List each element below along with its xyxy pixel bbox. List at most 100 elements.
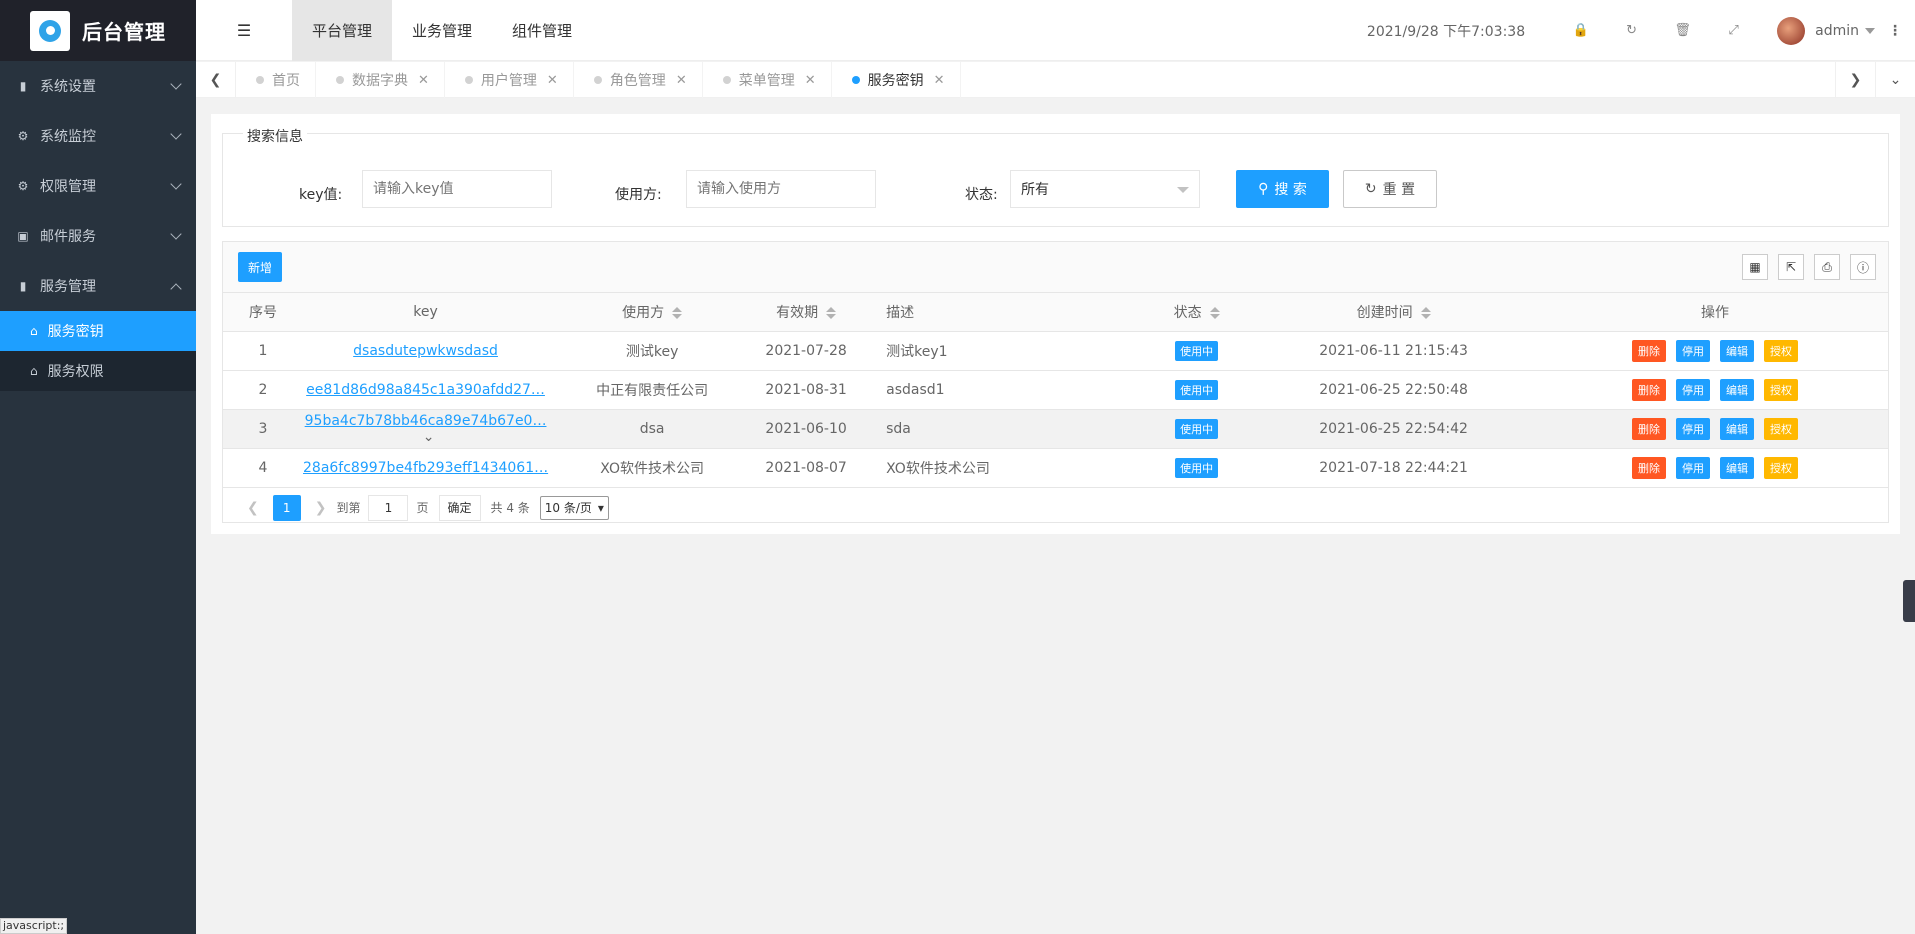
column-header: 描述 bbox=[856, 293, 1149, 332]
edit-button[interactable]: 编辑 bbox=[1720, 456, 1755, 479]
columns-icon[interactable]: ▦ bbox=[1742, 254, 1768, 280]
avatar[interactable] bbox=[1777, 16, 1806, 45]
key-link[interactable]: ee81d86d98a845c1a390afdd27… bbox=[306, 382, 545, 398]
key-link[interactable]: 95ba4c7b78bb46ca89e74b67e0… bbox=[305, 413, 547, 429]
cell-desc: XO软件技术公司 bbox=[856, 448, 1149, 488]
refresh-icon[interactable]: ↻ bbox=[1606, 23, 1657, 38]
sidebar-item-system-settings[interactable]: ▮ 系统设置 bbox=[0, 61, 196, 111]
print-icon[interactable]: ⎙ bbox=[1814, 254, 1840, 280]
chevron-down-icon bbox=[170, 78, 182, 90]
goto-confirm-button[interactable]: 确定 bbox=[438, 494, 481, 521]
tab-service-keys[interactable]: 服务密钥 ✕ bbox=[832, 62, 961, 98]
status-select[interactable]: 所有 bbox=[1010, 170, 1200, 208]
page-current[interactable]: 1 bbox=[272, 494, 301, 521]
search-button-label: 搜 索 bbox=[1274, 182, 1307, 198]
top-tab-components[interactable]: 组件管理 bbox=[492, 0, 592, 61]
top-tab-business[interactable]: 业务管理 bbox=[392, 0, 492, 61]
top-tab-platform[interactable]: 平台管理 bbox=[292, 0, 393, 61]
tab-home[interactable]: 首页 bbox=[236, 62, 316, 98]
close-icon[interactable]: ✕ bbox=[934, 73, 945, 88]
prev-page-icon[interactable]: ❮ bbox=[247, 500, 259, 516]
fullscreen-icon[interactable]: ⤢ bbox=[1708, 23, 1759, 38]
cell-user: 中正有限责任公司 bbox=[548, 370, 757, 410]
side-drawer-handle[interactable] bbox=[1903, 580, 1915, 622]
more-vertical-icon[interactable]: ⋮ bbox=[1875, 23, 1915, 39]
edit-button[interactable]: 编辑 bbox=[1720, 378, 1755, 401]
menu-toggle-icon[interactable]: ☰ bbox=[196, 0, 292, 61]
sidebar-item-mail-service[interactable]: ▣ 邮件服务 bbox=[0, 211, 196, 261]
reset-button[interactable]: ↻ 重 置 bbox=[1343, 170, 1437, 208]
disable-button[interactable]: 停用 bbox=[1676, 378, 1711, 401]
search-button[interactable]: ⚲ 搜 索 bbox=[1236, 170, 1329, 208]
key-link[interactable]: dsasdutepwkwsdasd bbox=[353, 343, 498, 359]
edit-button[interactable]: 编辑 bbox=[1720, 417, 1755, 440]
sidebar-item-label: 系统设置 bbox=[40, 79, 96, 95]
authorize-button[interactable]: 授权 bbox=[1764, 339, 1799, 362]
trash-icon[interactable]: 🗑 bbox=[1657, 23, 1708, 38]
caret-down-icon bbox=[1177, 187, 1189, 193]
tabs-dropdown-icon[interactable]: ⌄ bbox=[1875, 62, 1915, 98]
disable-button[interactable]: 停用 bbox=[1676, 456, 1711, 479]
export-icon[interactable]: ⇱ bbox=[1778, 254, 1804, 280]
next-page-icon[interactable]: ❯ bbox=[315, 500, 327, 516]
sort-icon[interactable] bbox=[1209, 306, 1220, 319]
key-link[interactable]: 28a6fc8997be4fb293eff1434061… bbox=[303, 460, 548, 476]
key-input[interactable] bbox=[362, 170, 552, 208]
close-icon[interactable]: ✕ bbox=[805, 73, 816, 88]
total-count: 共 4 条 bbox=[490, 501, 530, 515]
edit-button[interactable]: 编辑 bbox=[1720, 339, 1755, 362]
expand-chevron-icon[interactable]: ⌄ bbox=[423, 429, 435, 445]
cell-created: 2021-06-25 22:54:42 bbox=[1245, 409, 1543, 449]
sort-icon[interactable] bbox=[1420, 306, 1431, 319]
top-nav: 平台管理 业务管理 组件管理 bbox=[292, 0, 592, 61]
authorize-button[interactable]: 授权 bbox=[1764, 417, 1799, 440]
tab-users[interactable]: 用户管理 ✕ bbox=[445, 62, 574, 98]
user-input[interactable] bbox=[686, 170, 876, 208]
column-header[interactable]: 创建时间 bbox=[1245, 293, 1543, 332]
sidebar-subitem-service-permissions[interactable]: ⌂ 服务权限 bbox=[0, 351, 196, 391]
delete-button[interactable]: 删除 bbox=[1632, 456, 1667, 479]
table-header-row: 序号 key 使用方 有效期 描述 状态 创建时间 操作 bbox=[223, 293, 1888, 332]
goto-input[interactable]: 1 bbox=[368, 494, 409, 521]
status-badge: 使用中 bbox=[1175, 379, 1219, 400]
datetime: 2021/9/28 下午7:03:38 bbox=[1366, 23, 1526, 40]
close-icon[interactable]: ✕ bbox=[676, 73, 687, 88]
disable-button[interactable]: 停用 bbox=[1676, 417, 1711, 440]
close-icon[interactable]: ✕ bbox=[547, 73, 558, 88]
sidebar-item-service-management[interactable]: ▮ 服务管理 bbox=[0, 261, 196, 311]
delete-button[interactable]: 删除 bbox=[1632, 339, 1667, 362]
close-icon[interactable]: ✕ bbox=[418, 73, 429, 88]
delete-button[interactable]: 删除 bbox=[1632, 378, 1667, 401]
tab-menus[interactable]: 菜单管理 ✕ bbox=[703, 62, 832, 98]
cell-expire: 2021-08-31 bbox=[756, 370, 857, 410]
sidebar-item-system-monitor[interactable]: ⚙ 系统监控 bbox=[0, 111, 196, 161]
delete-button[interactable]: 删除 bbox=[1632, 417, 1667, 440]
logo[interactable]: 后台管理 bbox=[0, 0, 196, 61]
authorize-button[interactable]: 授权 bbox=[1764, 456, 1799, 479]
home-icon: ⌂ bbox=[30, 364, 38, 378]
authorize-button[interactable]: 授权 bbox=[1764, 378, 1799, 401]
info-icon[interactable]: ⓘ bbox=[1850, 254, 1876, 280]
add-button[interactable]: 新增 bbox=[238, 252, 283, 282]
column-header[interactable]: 使用方 bbox=[548, 293, 757, 332]
column-header[interactable]: 有效期 bbox=[756, 293, 857, 332]
tabs-scroll-left-icon[interactable]: ❮ bbox=[196, 62, 236, 98]
disable-button[interactable]: 停用 bbox=[1676, 339, 1711, 362]
sidebar-item-permissions[interactable]: ⚙ 权限管理 bbox=[0, 161, 196, 211]
lock-icon[interactable]: 🔒 bbox=[1555, 23, 1606, 38]
gears-icon: ⚙ bbox=[17, 179, 29, 193]
sidebar-subitem-service-keys[interactable]: ⌂ 服务密钥 bbox=[0, 311, 196, 351]
tabs-scroll-right-icon[interactable]: ❯ bbox=[1835, 62, 1875, 98]
sort-icon[interactable] bbox=[672, 306, 683, 319]
tab-roles[interactable]: 角色管理 ✕ bbox=[574, 62, 703, 98]
cell-no: 4 bbox=[223, 448, 303, 488]
sidebar-item-label: 服务管理 bbox=[40, 279, 96, 295]
cell-user: dsa bbox=[548, 409, 757, 449]
tab-dictionary[interactable]: 数据字典 ✕ bbox=[316, 62, 445, 98]
user-menu[interactable]: admin bbox=[1815, 23, 1875, 39]
column-header[interactable]: 状态 bbox=[1148, 293, 1246, 332]
sort-icon[interactable] bbox=[826, 306, 837, 319]
column-header: 操作 bbox=[1542, 293, 1888, 332]
key-label: key值: bbox=[299, 187, 343, 203]
page-size-select[interactable]: 10 条/页 ▾ bbox=[539, 495, 609, 520]
